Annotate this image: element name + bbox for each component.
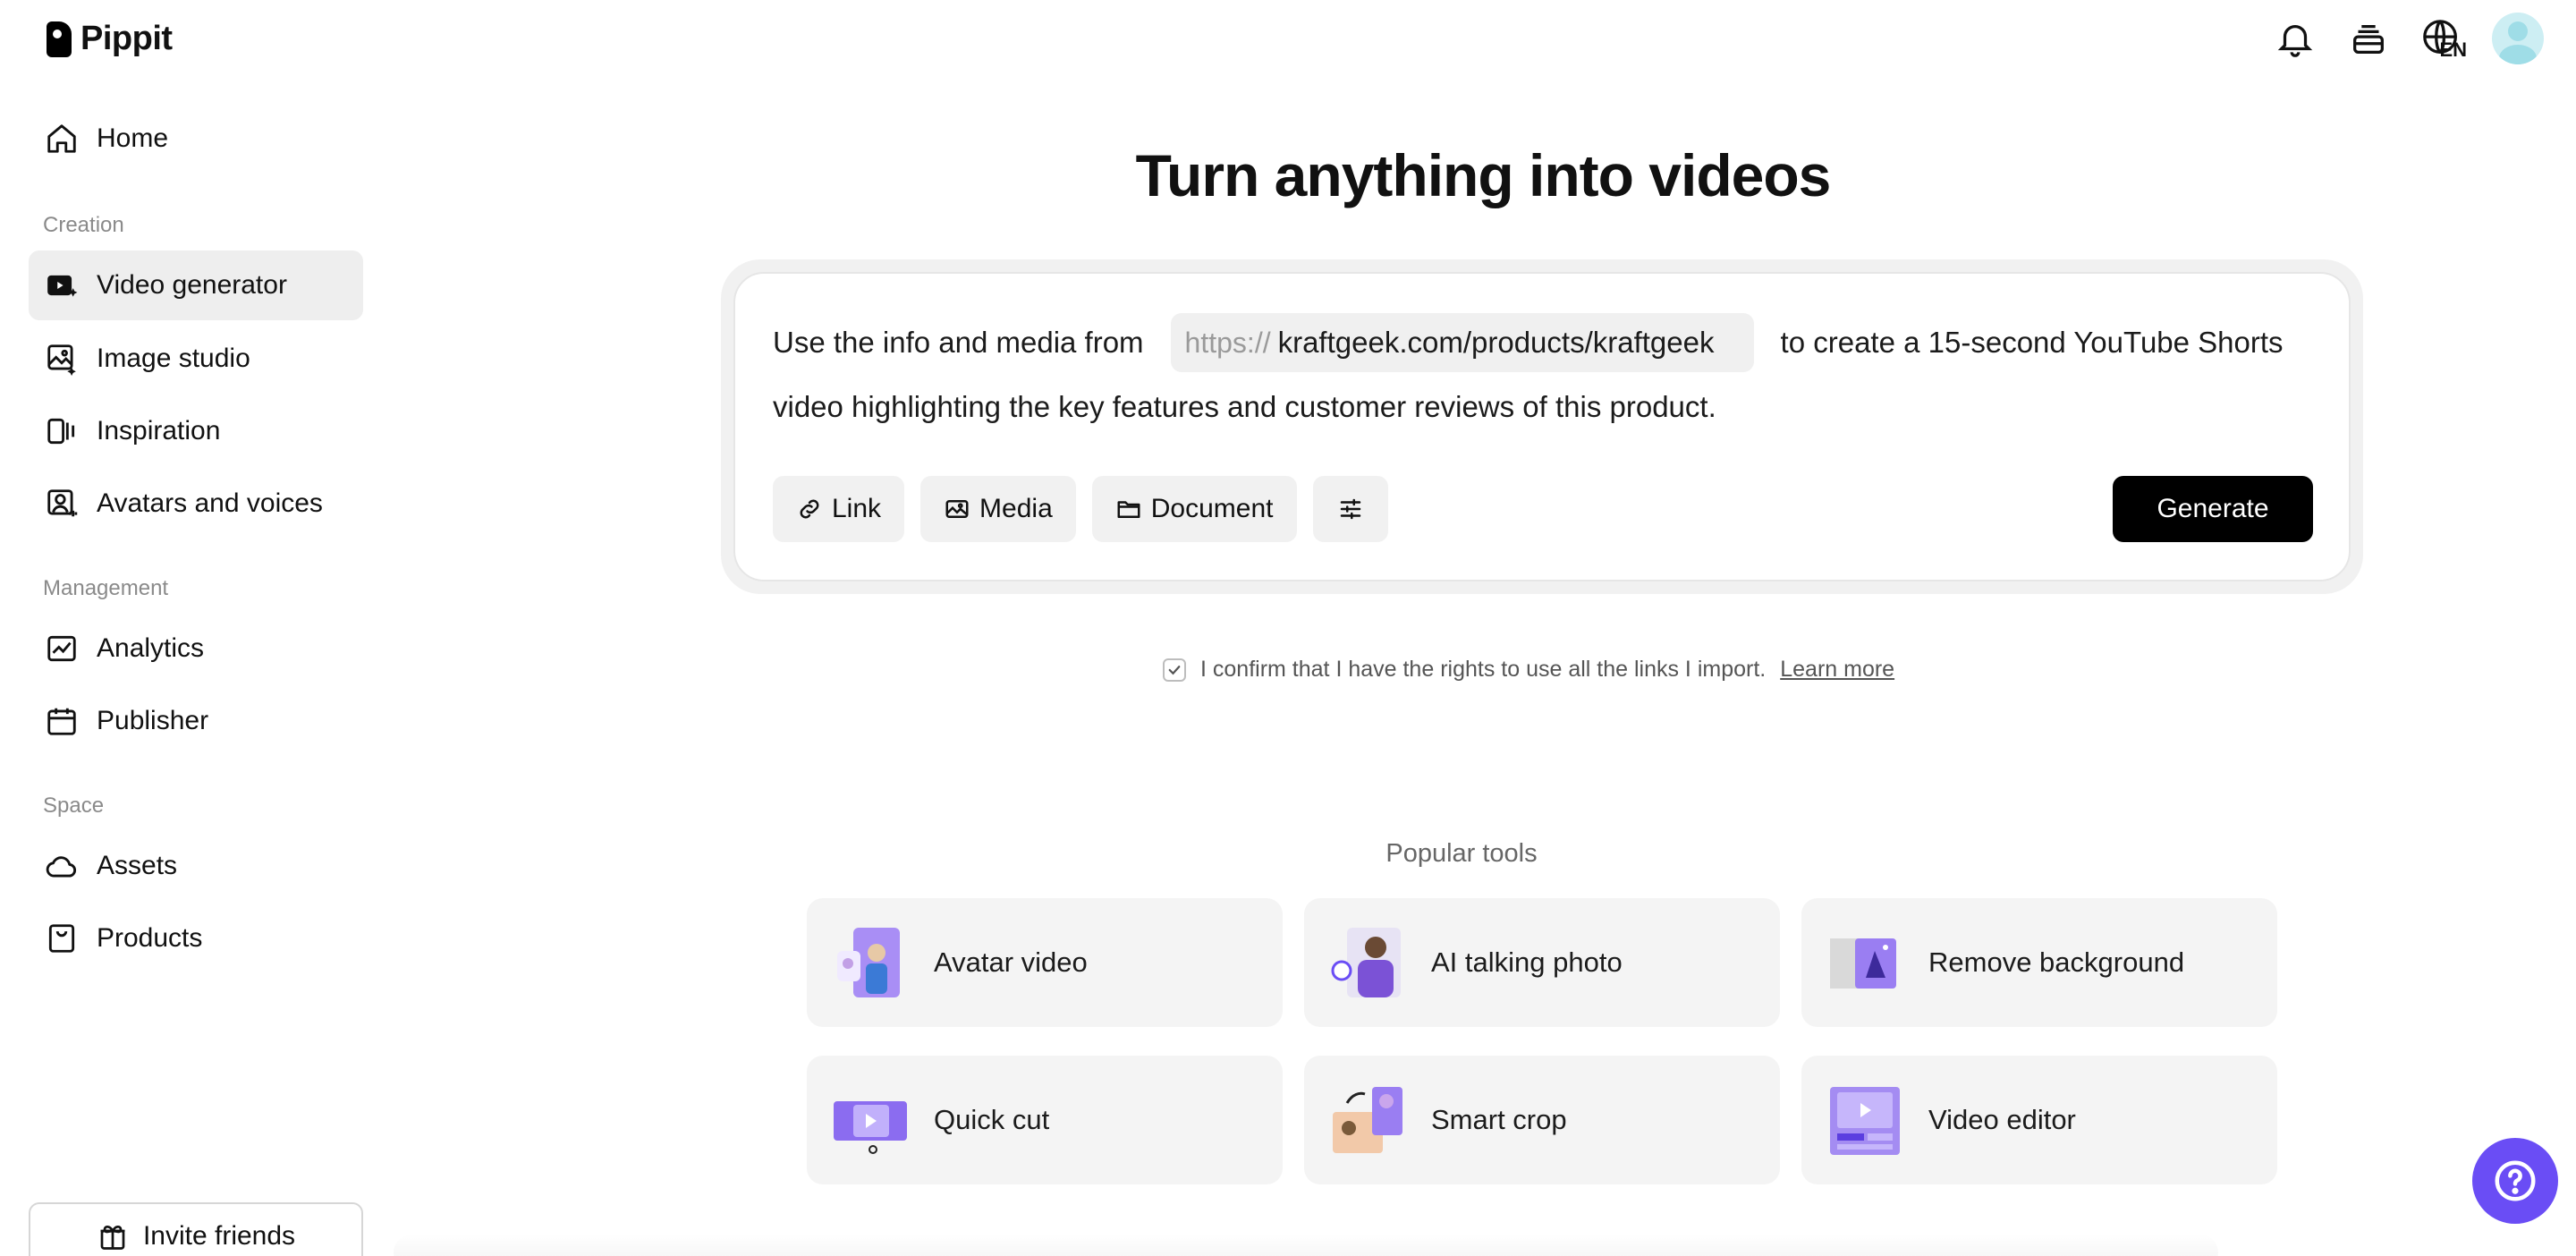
section-space: Space: [43, 793, 105, 818]
gift-icon: [100, 1225, 125, 1250]
url-protocol: https://: [1184, 326, 1271, 359]
sidebar-item-assets[interactable]: Assets: [29, 831, 363, 901]
analytics-icon: [47, 635, 76, 662]
sidebar-item-inspiration[interactable]: Inspiration: [29, 396, 363, 466]
sidebar-item-label: Publisher: [97, 706, 209, 735]
url-field[interactable]: https:// kraftgeek.com/products/kraftgee…: [1170, 313, 1754, 372]
sidebar-item-avatars-voices[interactable]: Avatars and voices: [29, 469, 363, 539]
ai-talking-photo-thumbnail: [1329, 924, 1406, 1001]
rights-confirmation: I confirm that I have the rights to use …: [1163, 657, 1894, 683]
sidebar-item-label: Products: [97, 923, 203, 953]
smart-crop-thumbnail: [1329, 1082, 1406, 1158]
sidebar-item-label: Inspiration: [97, 416, 221, 446]
sliders-icon: [1340, 498, 1360, 520]
sidebar-item-label: Image studio: [97, 344, 250, 373]
confirm-checkbox[interactable]: [1163, 658, 1186, 682]
tool-remove-background[interactable]: Remove background: [1801, 898, 2277, 1027]
logo-icon: [47, 21, 72, 57]
video-generator-icon: [47, 275, 78, 297]
check-icon: [1168, 665, 1181, 675]
tool-label: Video editor: [1928, 1104, 2076, 1135]
sidebar-item-label: Avatars and voices: [97, 488, 323, 518]
document-label: Document: [1150, 494, 1274, 523]
tool-ai-talking-photo[interactable]: AI talking photo: [1304, 898, 1780, 1027]
tool-label: Quick cut: [934, 1104, 1050, 1135]
tools-grid: Avatar video AI talking photo Remove bac…: [807, 898, 2277, 1184]
sidebar-item-analytics[interactable]: Analytics: [29, 614, 363, 683]
popular-tools-label: Popular tools: [1385, 839, 1538, 868]
invite-label: Invite friends: [142, 1221, 296, 1251]
link-icon: [800, 499, 819, 519]
prompt-line-2: video highlighting the key features and …: [773, 390, 1716, 423]
image-studio-icon: [47, 344, 76, 376]
bell-icon: [2277, 25, 2313, 57]
cloud-icon: [46, 856, 77, 878]
credits-button[interactable]: [2345, 15, 2392, 62]
quick-cut-thumbnail: [832, 1082, 909, 1158]
image-icon: [945, 500, 969, 518]
media-button[interactable]: Media: [920, 476, 1076, 542]
page-title-text: Turn anything into videos: [1135, 142, 1832, 208]
help-button[interactable]: [2472, 1138, 2558, 1224]
attachment-buttons: Link Media Document: [773, 476, 1388, 542]
prompt-prefix: Use the info and media from: [773, 326, 1144, 359]
tool-label: Avatar video: [934, 946, 1088, 978]
tool-smart-crop[interactable]: Smart crop: [1304, 1056, 1780, 1184]
section-creation: Creation: [43, 213, 124, 237]
sidebar-item-publisher[interactable]: Publisher: [29, 686, 363, 756]
page-title: Turn anything into videos: [0, 141, 2576, 209]
url-value: kraftgeek.com/products/kraftgeek: [1277, 326, 1715, 359]
sidebar-item-products[interactable]: Products: [29, 904, 363, 973]
learn-more-link[interactable]: Learn more: [1780, 657, 1894, 683]
media-label: Media: [979, 494, 1053, 523]
sidebar-item-label: Analytics: [97, 633, 205, 663]
sidebar-item-image-studio[interactable]: Image studio: [29, 324, 363, 394]
tool-label: Smart crop: [1431, 1104, 1567, 1135]
sidebar-item-label: Assets: [97, 851, 178, 880]
avatar-voice-icon: [47, 489, 78, 517]
logo-text: Pippit: [80, 20, 173, 57]
generate-button[interactable]: Generate: [2113, 476, 2313, 542]
invite-friends-button[interactable]: Invite friends: [29, 1202, 363, 1256]
product-bag-icon: [48, 924, 75, 953]
sidebar-item-video-generator[interactable]: Video generator: [29, 250, 363, 320]
avatar-video-thumbnail: [832, 924, 909, 1001]
section-management: Management: [43, 576, 169, 600]
notifications-button[interactable]: [2272, 15, 2318, 62]
video-editor-thumbnail: [1826, 1082, 1903, 1158]
link-label: Link: [832, 494, 882, 523]
link-button[interactable]: Link: [773, 476, 905, 542]
confirm-text: I confirm that I have the rights to use …: [1200, 657, 1767, 682]
language-code: EN: [2439, 38, 2467, 61]
tool-label: Remove background: [1928, 946, 2185, 978]
tool-quick-cut[interactable]: Quick cut: [807, 1056, 1283, 1184]
stack-icon: [2353, 24, 2384, 54]
calendar-icon: [47, 708, 76, 735]
tool-avatar-video[interactable]: Avatar video: [807, 898, 1283, 1027]
settings-button[interactable]: [1312, 476, 1388, 542]
inspiration-icon: [47, 418, 75, 445]
logo[interactable]: Pippit: [47, 20, 173, 58]
prompt-panel: Use the info and media from https:// kra…: [721, 259, 2363, 594]
help-icon: [2495, 1160, 2536, 1201]
language-button[interactable]: EN: [2419, 15, 2467, 62]
document-button[interactable]: Document: [1091, 476, 1297, 542]
bottom-fade: [394, 1235, 2218, 1256]
avatar[interactable]: [2492, 13, 2544, 64]
sidebar-item-label: Video generator: [97, 270, 287, 300]
remove-background-thumbnail: [1826, 924, 1903, 1001]
tool-label: AI talking photo: [1431, 946, 1623, 978]
folder-icon: [1117, 501, 1140, 518]
prompt-line-1: Use the info and media from https:// kra…: [773, 313, 2284, 372]
topbar-actions: EN: [2272, 13, 2544, 64]
tool-video-editor[interactable]: Video editor: [1801, 1056, 2277, 1184]
prompt-suffix: to create a 15-second YouTube Shorts: [1780, 326, 2284, 359]
prompt-input[interactable]: Use the info and media from https:// kra…: [733, 272, 2351, 581]
